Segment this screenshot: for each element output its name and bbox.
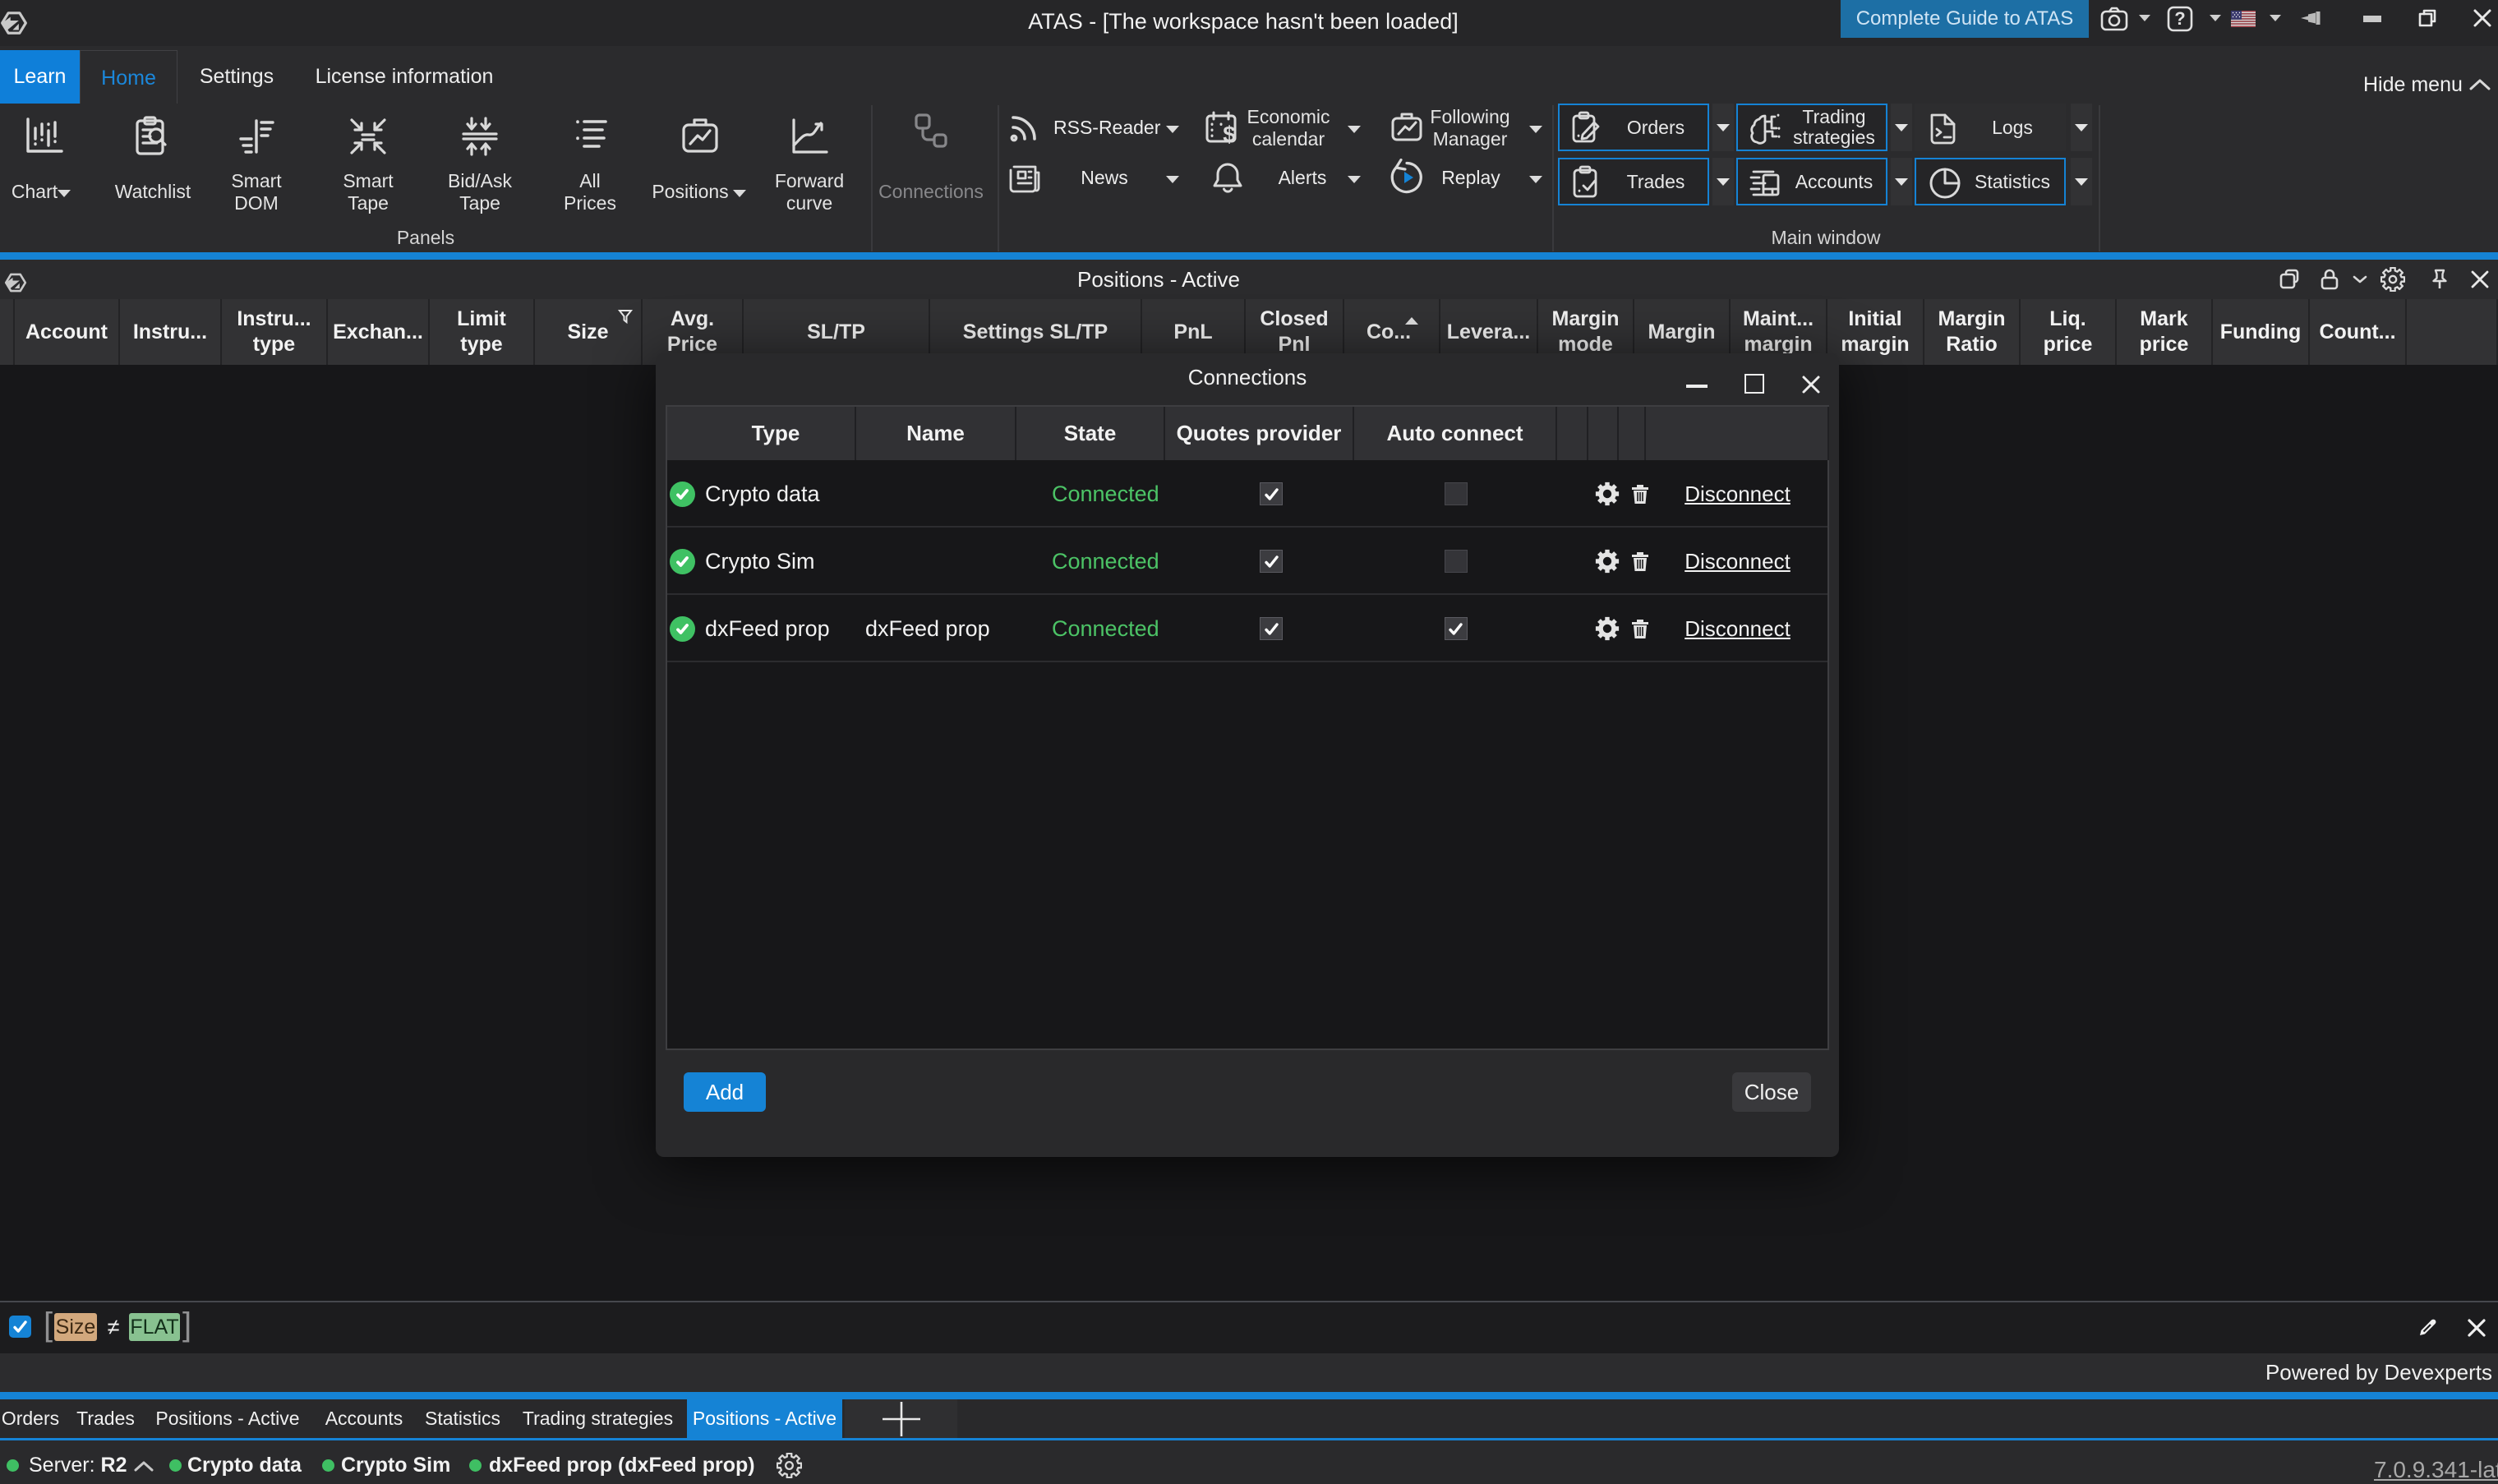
svg-text:$: $	[1223, 122, 1236, 147]
